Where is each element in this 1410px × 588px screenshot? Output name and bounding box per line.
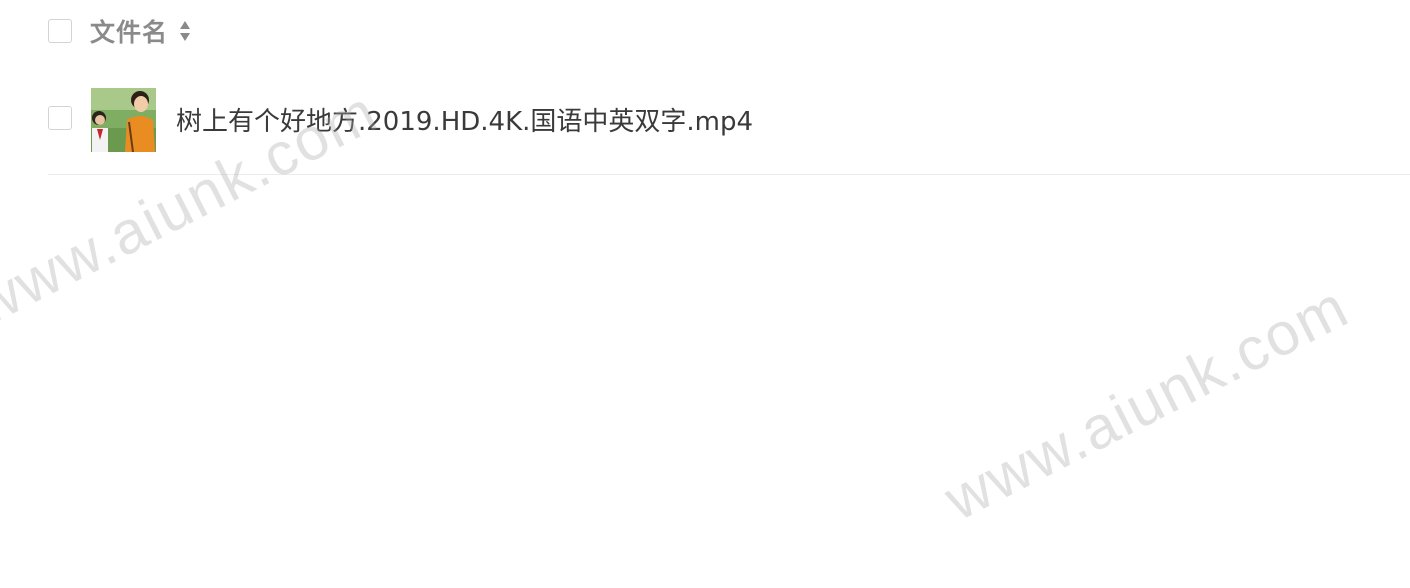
filename-column-header[interactable]: 文件名 bbox=[90, 13, 168, 49]
file-name-link[interactable]: 树上有个好地方.2019.HD.4K.国语中英双字.mp4 bbox=[176, 101, 753, 138]
row-checkbox[interactable] bbox=[48, 106, 72, 130]
table-header: 文件名 bbox=[48, 14, 192, 48]
table-row[interactable]: 树上有个好地方.2019.HD.4K.国语中英双字.mp4 bbox=[48, 87, 1410, 175]
sort-icon[interactable] bbox=[178, 18, 192, 44]
video-thumbnail[interactable] bbox=[91, 88, 156, 152]
file-list-page: 文件名 树上有个好地方.2019.HD.4K.国语中英双字.mp4 www.ai… bbox=[0, 0, 1410, 588]
watermark: www.aiunk.com bbox=[934, 272, 1360, 534]
select-all-checkbox[interactable] bbox=[48, 19, 72, 43]
